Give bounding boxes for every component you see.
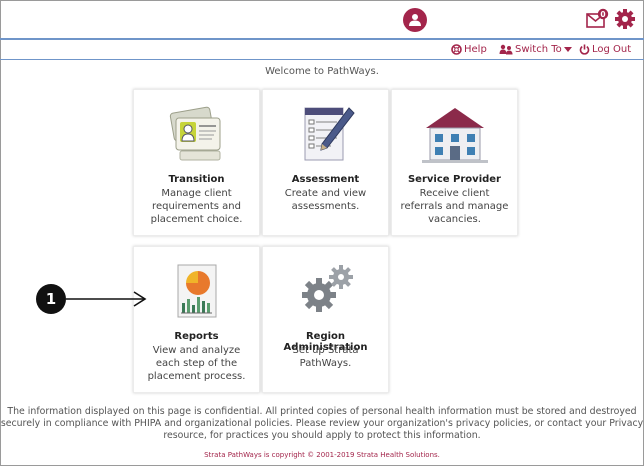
notification-count: 0 <box>600 10 605 19</box>
envelope-icon: 0 <box>586 8 609 28</box>
step-callout-badge: 1 <box>36 284 66 314</box>
tile-service-provider[interactable]: Service Provider Receive client referral… <box>391 89 518 236</box>
user-avatar[interactable] <box>403 8 427 32</box>
arrow-right-icon <box>66 291 147 307</box>
tile-title: Assessment <box>291 174 360 185</box>
gear-icon <box>615 9 635 29</box>
tile-title: Service Provider <box>407 174 501 185</box>
tile-description: Manage client requirements and placement… <box>150 188 243 225</box>
tile-assessment[interactable]: Assessment Create and view assessments. <box>262 89 389 236</box>
confidentiality-notice: The information displayed on this page i… <box>0 406 644 441</box>
top-bar: 0 <box>0 0 644 40</box>
tile-title: Reports <box>174 331 219 342</box>
logout-link[interactable]: Log Out <box>579 44 631 55</box>
tile-description: View and analyze each step of the placem… <box>147 345 246 382</box>
tile-region-administration[interactable]: Region Administration Set up Strata Path… <box>262 246 389 393</box>
copyright-notice: Strata PathWays is copyright © 2001-2019… <box>204 451 440 459</box>
tile-description: Receive client referrals and manage vaca… <box>400 188 509 225</box>
switch-to-label: Switch To <box>515 44 562 55</box>
building-icon <box>392 104 517 166</box>
help-link[interactable]: Help <box>451 44 487 55</box>
settings-button[interactable] <box>614 8 636 30</box>
switch-to-menu[interactable]: Switch To <box>499 44 572 55</box>
user-icon <box>409 14 421 26</box>
clipboard-pen-icon <box>263 104 388 166</box>
utility-bar: Help Switch To Log Out <box>0 42 644 60</box>
tile-reports[interactable]: Reports View and analyze each step of th… <box>133 246 260 393</box>
users-icon <box>499 44 513 55</box>
mail-notifications[interactable]: 0 <box>586 8 610 30</box>
tile-description: Create and view assessments. <box>284 188 367 212</box>
logout-label: Log Out <box>592 44 632 55</box>
report-chart-icon <box>134 261 259 323</box>
lifebuoy-icon <box>451 44 462 55</box>
welcome-message: Welcome to PathWays. <box>265 66 379 77</box>
tile-title: Transition <box>168 174 225 185</box>
gears-icon <box>263 261 388 323</box>
tile-transition[interactable]: Transition Manage client requirements an… <box>133 89 260 236</box>
power-icon <box>579 44 590 55</box>
tile-description: Set up Strata PathWays. <box>292 345 359 369</box>
help-label: Help <box>464 44 487 55</box>
caret-down-icon <box>563 46 572 52</box>
client-id-cards-icon <box>134 104 259 166</box>
